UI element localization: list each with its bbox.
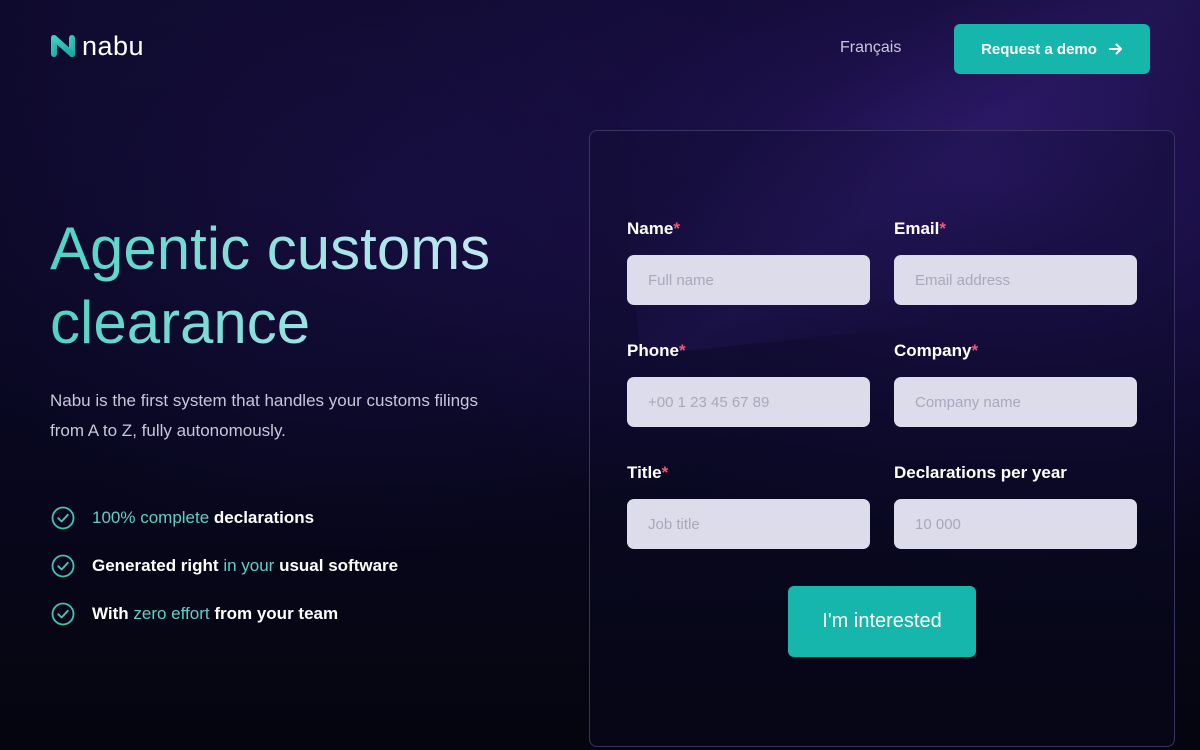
check-circle-icon <box>51 506 75 530</box>
logo[interactable]: nabu <box>50 31 145 61</box>
email-field-group: Email* <box>894 219 1137 305</box>
company-label: Company* <box>894 341 979 360</box>
declarations-label: Declarations per year <box>894 463 1067 482</box>
feature-text: With zero effort from your team <box>92 604 338 624</box>
feature-item: Generated right in your usual software <box>50 552 398 580</box>
phone-label: Phone* <box>627 341 686 360</box>
feature-segment: usual software <box>274 556 399 575</box>
phone-input[interactable] <box>627 377 870 427</box>
logo-wordmark: nabu <box>82 31 145 61</box>
feature-segment: Generated right <box>92 556 224 575</box>
site-header: nabu Français Request a demo <box>0 0 1200 96</box>
title-label: Title* <box>627 463 669 482</box>
job-title-input[interactable] <box>627 499 870 549</box>
request-demo-label: Request a demo <box>981 40 1097 58</box>
name-label: Name* <box>627 219 680 238</box>
feature-item: With zero effort from your team <box>50 600 398 628</box>
feature-item: 100% complete declarations <box>50 504 398 532</box>
feature-highlight: zero effort <box>133 604 210 623</box>
feature-text: Generated right in your usual software <box>92 556 398 576</box>
declarations-input[interactable] <box>894 499 1137 549</box>
company-input[interactable] <box>894 377 1137 427</box>
nabu-logo-icon <box>51 35 75 57</box>
title-field-group: Title* <box>627 463 870 549</box>
email-label: Email* <box>894 219 946 238</box>
phone-field-group: Phone* <box>627 341 870 427</box>
hero-title: Agentic customs clearance <box>50 212 550 360</box>
feature-highlight: in your <box>223 556 275 575</box>
hero-subtitle: Nabu is the first system that handles yo… <box>50 391 479 440</box>
declarations-field-group: Declarations per year <box>894 463 1137 549</box>
company-field-group: Company* <box>894 341 1137 427</box>
feature-list: 100% complete declarations Generated righ… <box>50 504 398 648</box>
submit-button[interactable]: I'm interested <box>788 586 976 657</box>
feature-segment: declarations <box>209 508 315 527</box>
name-field-group: Name* <box>627 219 870 305</box>
demo-request-form: Name* Email* Phone* Company* Title* Decl… <box>589 130 1175 747</box>
name-input[interactable] <box>627 255 870 305</box>
feature-highlight: 100% complete <box>92 508 210 527</box>
feature-segment: With <box>92 604 134 623</box>
feature-text: 100% complete declarations <box>92 508 314 528</box>
check-circle-icon <box>51 602 75 626</box>
check-circle-icon <box>51 554 75 578</box>
arrow-right-icon <box>1108 43 1122 55</box>
email-input[interactable] <box>894 255 1137 305</box>
feature-segment: from your team <box>209 604 339 623</box>
request-demo-button[interactable]: Request a demo <box>954 24 1150 74</box>
language-switch-link[interactable]: Français <box>840 39 901 57</box>
